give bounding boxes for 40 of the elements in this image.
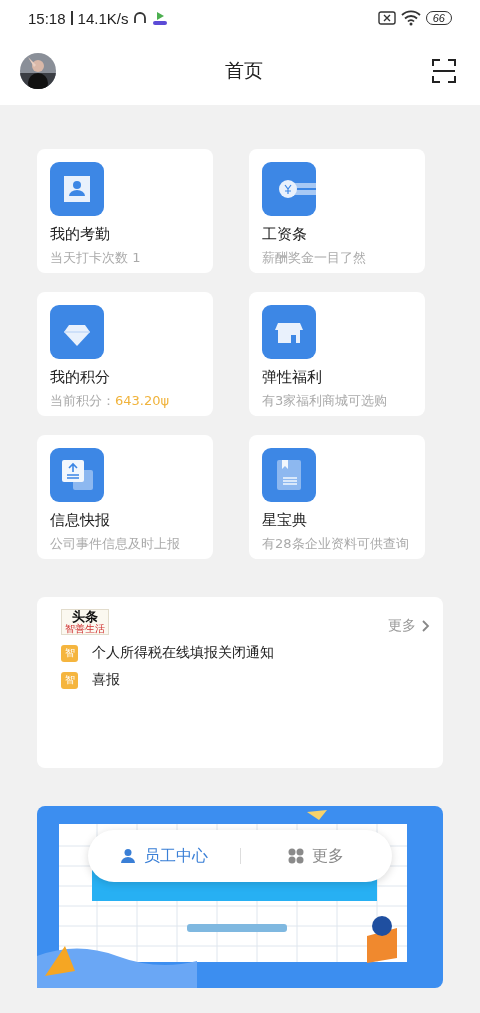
chevron-right-icon bbox=[422, 620, 430, 632]
page-title: 首页 bbox=[224, 57, 264, 83]
feature-card[interactable]: 弹性福利 有3家福利商城可选购 bbox=[249, 292, 425, 416]
menu-item[interactable]: 员工中心 bbox=[88, 830, 240, 882]
menu-item[interactable]: 更多 bbox=[240, 830, 392, 882]
book-icon bbox=[262, 448, 316, 502]
feature-card[interactable]: 我的考勤 当天打卡次数 1 bbox=[37, 149, 213, 273]
card-title: 我的考勤 bbox=[50, 225, 110, 244]
card-title: 弹性福利 bbox=[262, 368, 322, 387]
news-headline[interactable]: 个人所得税在线填报关闭通知 bbox=[92, 644, 274, 663]
headphones-icon bbox=[133, 11, 148, 25]
card-title: 我的积分 bbox=[50, 368, 110, 387]
card-title: 工资条 bbox=[262, 225, 307, 244]
upload-icon bbox=[50, 448, 104, 502]
feature-card[interactable]: 星宝典 有28条企业资料可供查询 bbox=[249, 435, 425, 559]
card-subtitle: 有3家福利商城可选购 bbox=[262, 392, 388, 410]
four-dots-icon bbox=[288, 848, 305, 864]
status-time: 15:18 bbox=[28, 9, 66, 27]
scan-icon[interactable] bbox=[432, 58, 456, 83]
person-icon bbox=[119, 848, 136, 864]
news-headline[interactable]: 喜报 bbox=[92, 671, 120, 690]
card-subtitle: 当前积分：643.20ψ bbox=[50, 392, 170, 410]
id-card-icon bbox=[50, 162, 104, 216]
wifi-icon bbox=[400, 10, 421, 26]
tag: 智 bbox=[61, 671, 78, 689]
no-sim-icon bbox=[377, 11, 396, 25]
feature-card[interactable]: 我的积分 当前积分：643.20ψ bbox=[37, 292, 213, 416]
separator-bar-icon bbox=[70, 11, 73, 25]
card-title: 信息快报 bbox=[50, 511, 110, 530]
card-subtitle: 公司事件信息及时上报 bbox=[50, 535, 180, 553]
shop-icon bbox=[262, 305, 316, 359]
feature-card[interactable]: 信息快报 公司事件信息及时上报 bbox=[37, 435, 213, 559]
logo: 头条 智善生活 bbox=[61, 609, 109, 636]
app-icon bbox=[152, 10, 169, 26]
card-title: 星宝典 bbox=[262, 511, 307, 530]
tag: 智 bbox=[61, 644, 78, 662]
card-subtitle: 当天打卡次数 1 bbox=[50, 249, 141, 267]
network-speed: 14.1K/s bbox=[77, 9, 129, 27]
coin-icon bbox=[262, 162, 316, 216]
card-subtitle: 有28条企业资料可供查询 bbox=[262, 535, 409, 553]
